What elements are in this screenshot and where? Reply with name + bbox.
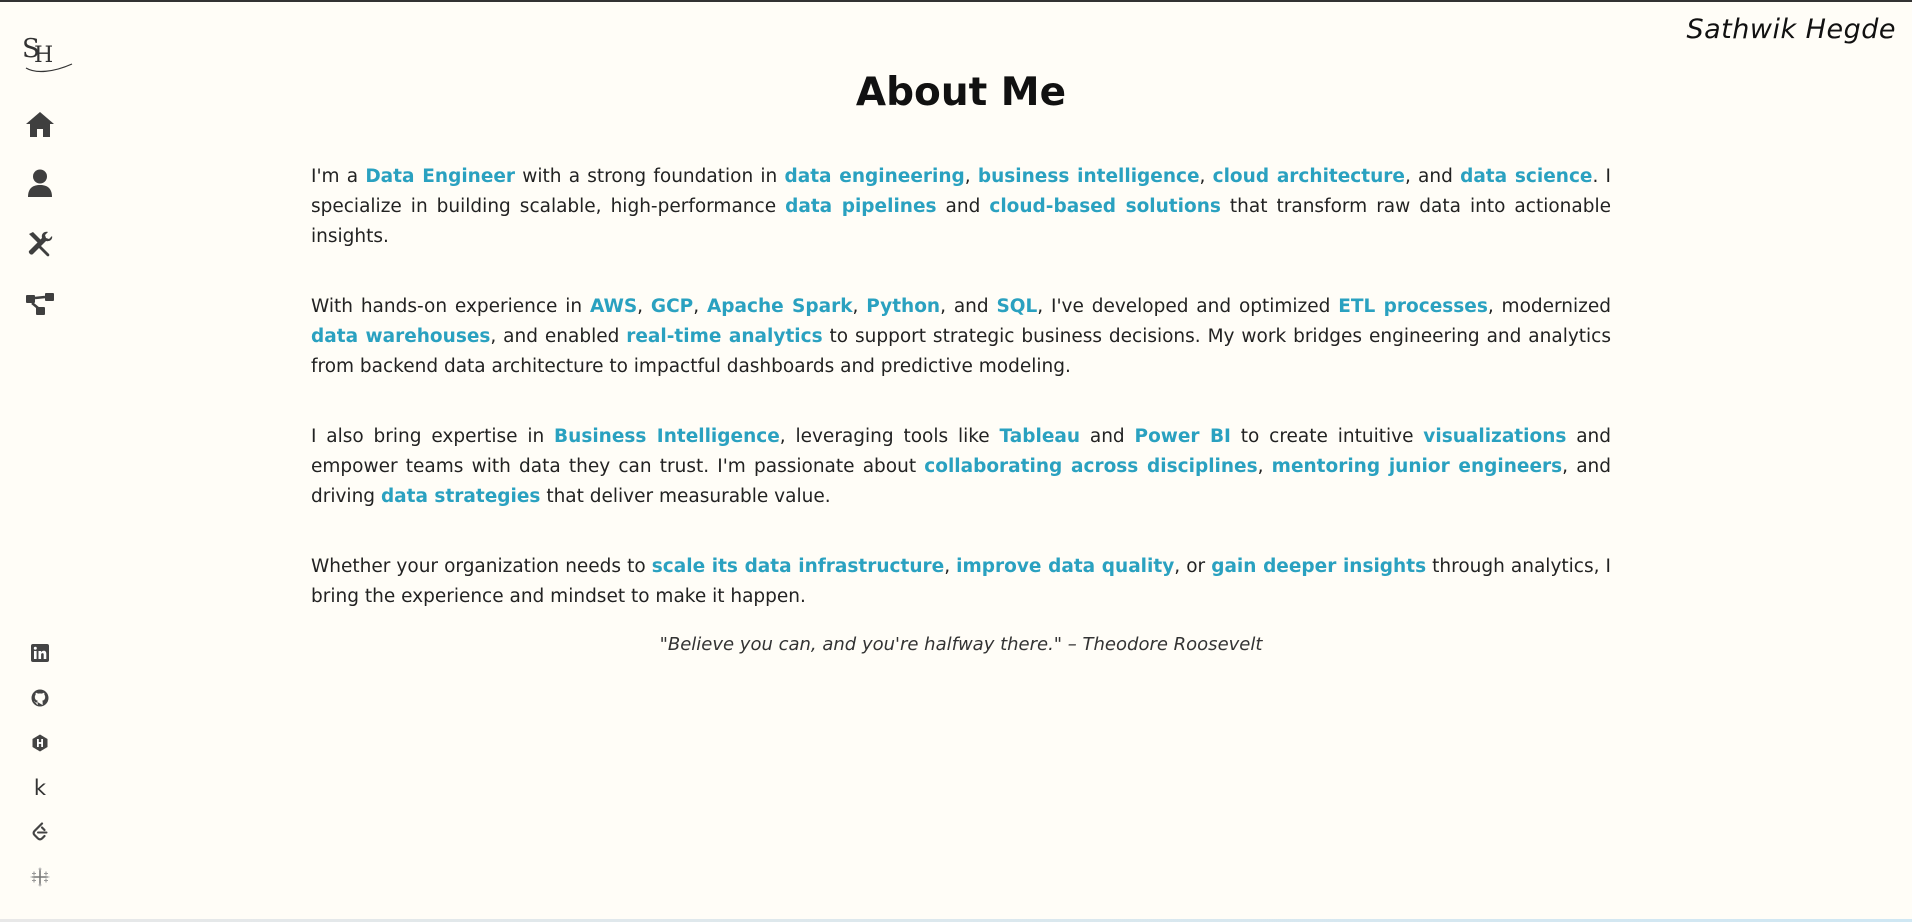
highlight-keyword: Business Intelligence: [554, 426, 780, 447]
nav-projects-button[interactable]: [24, 288, 56, 320]
highlight-keyword: mentoring junior engineers: [1271, 456, 1563, 477]
highlight-keyword: business intelligence: [977, 166, 1200, 187]
paragraph-text: Whether your organization needs to: [311, 556, 652, 577]
github-link[interactable]: [29, 687, 51, 709]
paragraph-text: I'm a: [311, 166, 366, 187]
paragraph-text: ,: [852, 296, 867, 317]
github-icon: [31, 689, 49, 707]
sidebar: S H k: [0, 2, 80, 922]
highlight-keyword: Power BI: [1134, 426, 1231, 447]
paragraph-text: , and: [940, 296, 997, 317]
highlight-keyword: collaborating across disciplines: [924, 456, 1258, 477]
paragraph-text: ,: [693, 296, 707, 317]
highlight-keyword: scale its data infrastructure: [651, 556, 945, 577]
highlight-keyword: AWS: [589, 296, 638, 317]
highlight-keyword: data science: [1460, 166, 1593, 187]
leetcode-link[interactable]: [29, 821, 51, 843]
about-paragraph-1: I'm a Data Engineer with a strong founda…: [311, 162, 1611, 252]
paragraph-text: ,: [637, 296, 651, 317]
highlight-keyword: visualizations: [1423, 426, 1567, 447]
highlight-keyword: real-time analytics: [626, 326, 823, 347]
highlight-keyword: data warehouses: [311, 326, 491, 347]
nav-about-button[interactable]: [24, 167, 56, 199]
paragraph-text: that deliver measurable value.: [540, 486, 831, 507]
paragraph-text: and: [936, 196, 990, 217]
inspirational-quote: "Believe you can, and you're halfway the…: [659, 634, 1263, 655]
highlight-keyword: SQL: [996, 296, 1038, 317]
highlight-keyword: improve data quality: [956, 556, 1175, 577]
highlight-keyword: data pipelines: [785, 196, 937, 217]
highlight-keyword: data engineering: [784, 166, 965, 187]
paragraph-text: with a strong foundation in: [515, 166, 785, 187]
highlight-keyword: ETL processes: [1338, 296, 1488, 317]
page-title: About Me: [855, 70, 1067, 115]
about-paragraph-3: I also bring expertise in Business Intel…: [311, 422, 1611, 512]
paragraph-text: , leveraging tools like: [779, 426, 1000, 447]
about-paragraph-4: Whether your organization needs to scale…: [311, 552, 1611, 612]
hashnode-link[interactable]: [29, 732, 51, 754]
paragraph-text: ,: [964, 166, 978, 187]
paragraph-text: ,: [1257, 456, 1272, 477]
highlight-keyword: Apache Spark: [706, 296, 853, 317]
paragraph-text: , and: [1404, 166, 1461, 187]
tools-icon: [28, 231, 53, 257]
leetcode-icon: [32, 822, 48, 841]
paragraph-text: , and enabled: [490, 326, 627, 347]
tableau-link[interactable]: [29, 866, 51, 888]
paragraph-text: ,: [944, 556, 957, 577]
highlight-keyword: Data Engineer: [365, 166, 516, 187]
about-paragraph-2: With hands-on experience in AWS, GCP, Ap…: [311, 292, 1611, 382]
kaggle-icon: k: [33, 776, 47, 800]
kaggle-link[interactable]: k: [29, 776, 51, 800]
paragraph-text: I also bring expertise in: [311, 426, 555, 447]
highlight-keyword: cloud architecture: [1212, 166, 1405, 187]
paragraph-text: , I've developed and optimized: [1037, 296, 1339, 317]
paragraph-text: , modernized: [1487, 296, 1611, 317]
tableau-icon: [30, 867, 50, 887]
highlight-keyword: Python: [866, 296, 941, 317]
paragraph-text: to create intuitive: [1230, 426, 1424, 447]
paragraph-text: and: [1080, 426, 1135, 447]
highlight-keyword: gain deeper insights: [1211, 556, 1427, 577]
hashnode-icon: [32, 734, 48, 752]
paragraph-text: With hands-on experience in: [311, 296, 590, 317]
highlight-keyword: cloud-based solutions: [989, 196, 1221, 217]
highlight-keyword: Tableau: [999, 426, 1081, 447]
user-icon: [28, 169, 52, 197]
highlight-keyword: GCP: [650, 296, 694, 317]
paragraph-text: , or: [1174, 556, 1212, 577]
nav-skills-button[interactable]: [24, 228, 56, 260]
highlight-keyword: data strategies: [380, 486, 541, 507]
diagram-icon: [26, 293, 54, 315]
paragraph-text: ,: [1199, 166, 1213, 187]
site-signature[interactable]: Sathwik Hegde: [1687, 14, 1897, 45]
about-content: I'm a Data Engineer with a strong founda…: [311, 162, 1611, 652]
